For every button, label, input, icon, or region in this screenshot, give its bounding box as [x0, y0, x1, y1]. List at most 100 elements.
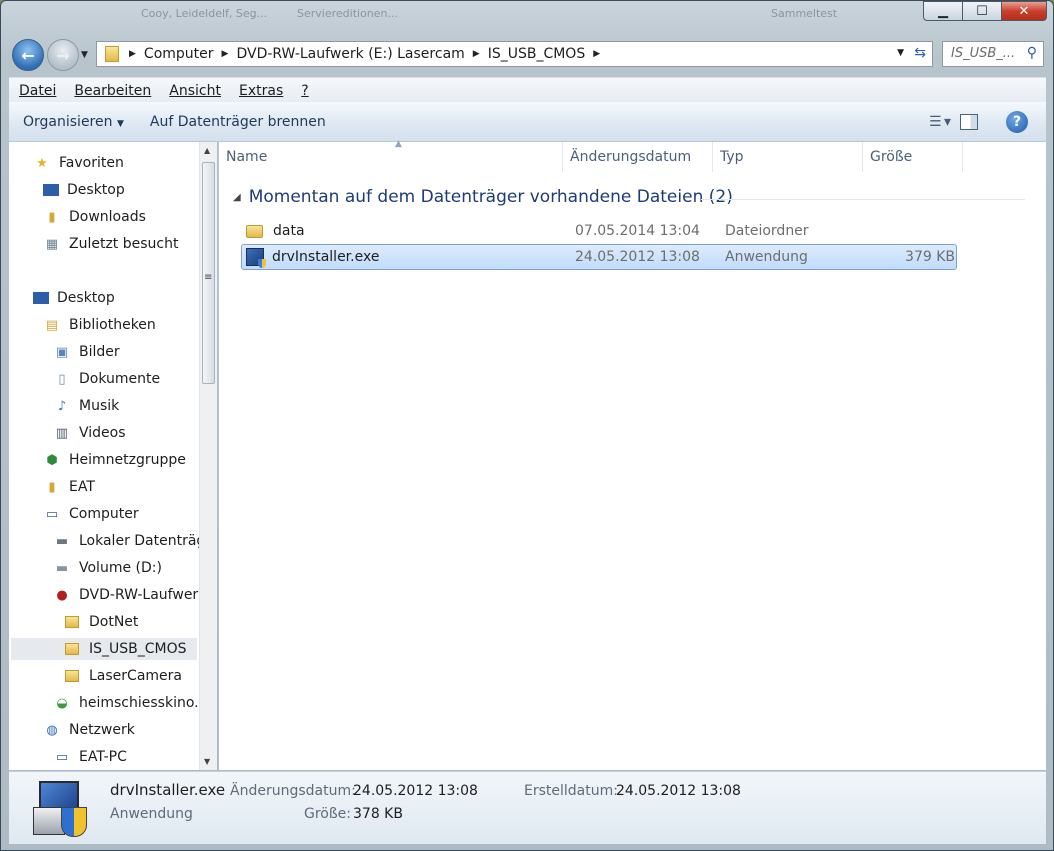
menu-ansicht[interactable]: Ansicht [159, 83, 229, 99]
organize-button[interactable]: Organisieren ▼ [9, 114, 136, 130]
folder-icon [105, 46, 119, 62]
maximize-button[interactable]: ☐ [962, 1, 1002, 21]
address-bar[interactable]: ▶ Computer ▶ DVD-RW-Laufwerk (E:) Laserc… [96, 41, 933, 67]
hard-drive-icon: ▬ [55, 533, 69, 549]
nav-libraries[interactable]: ▤ Bibliotheken [43, 314, 156, 336]
preview-pane-icon[interactable] [960, 113, 978, 130]
chevron-right-icon[interactable]: ▶ [591, 49, 602, 59]
nav-network[interactable]: ◍ Netzwerk [43, 719, 135, 741]
title-fragment: Serviereditionen... [297, 7, 398, 20]
menu-extras[interactable]: Extras [229, 83, 291, 99]
title-fragment: Sammeltest [771, 7, 838, 20]
search-placeholder: IS_USB_... [951, 46, 1016, 61]
column-headers: ▲ Name Änderungsdatum Typ Größe [219, 139, 1046, 172]
nav-eat[interactable]: ▮ EAT [43, 476, 94, 498]
chevron-down-icon[interactable]: ▼ [897, 48, 904, 58]
breadcrumb-computer[interactable]: Computer [138, 46, 220, 62]
computer-icon: ▭ [55, 749, 69, 765]
breadcrumb-is-usb-cmos[interactable]: IS_USB_CMOS [482, 46, 592, 62]
file-date: 07.05.2014 13:04 [575, 223, 700, 239]
chevron-down-icon: ▼ [116, 118, 124, 129]
library-icon: ▤ [45, 317, 59, 333]
music-icon: ♪ [57, 398, 67, 414]
command-bar: Organisieren ▼ Auf Datenträger brennen ☰… [9, 102, 1046, 142]
nav-dvd-drive[interactable]: ● DVD-RW-Laufwerk [53, 584, 199, 606]
nav-favorites[interactable]: ★ Favoriten [33, 152, 124, 174]
scroll-up-icon[interactable]: ▲ [204, 146, 210, 155]
burn-button[interactable]: Auf Datenträger brennen [136, 114, 338, 130]
help-icon[interactable]: ? [1006, 110, 1028, 133]
menu-bearbeiten[interactable]: Bearbeiten [64, 83, 159, 99]
documents-icon: ▯ [58, 371, 66, 387]
nav-is-usb-cmos[interactable]: IS_USB_CMOS [11, 638, 197, 660]
folder-icon [246, 224, 263, 238]
details-created-value: 24.05.2012 13:08 [616, 783, 741, 799]
network-icon: ◍ [46, 722, 58, 738]
network-drive-icon: ◒ [56, 695, 68, 711]
nav-computer[interactable]: ▭ Computer [43, 503, 139, 525]
nav-heimschiesskino[interactable]: ◒heimschiesskino.de [53, 692, 199, 714]
group-header[interactable]: ◢ Momentan auf dem Datenträger vorhandene… [233, 187, 733, 207]
nav-lasercamera[interactable]: LaserCamera [63, 665, 182, 687]
chevron-right-icon[interactable]: ▶ [220, 49, 231, 59]
nav-desktop-fav[interactable]: Desktop [43, 179, 125, 201]
nav-volume-d[interactable]: ▬ Volume (D:) [53, 557, 162, 579]
menu-datei[interactable]: Datei [9, 83, 64, 99]
details-size-value: 378 KB [353, 806, 403, 822]
file-row-drvinstaller[interactable]: drvInstaller.exe 24.05.2012 13:08 Anwend… [241, 244, 957, 270]
nav-pictures[interactable]: ▣ Bilder [53, 341, 120, 363]
search-icon[interactable]: ⚲ [1027, 45, 1037, 61]
nav-documents[interactable]: ▯ Dokumente [53, 368, 160, 390]
search-input[interactable]: IS_USB_... ⚲ [942, 41, 1044, 67]
grip-icon: ≡ [204, 272, 213, 283]
nav-homegroup[interactable]: ⬢ Heimnetzgruppe [43, 449, 186, 471]
title-bar[interactable]: Cooy, Leideldelf, Seg... Serviereditione… [1, 1, 1053, 35]
window-controls: ▁ ☐ ✕ [923, 1, 1047, 21]
nav-eat-pc[interactable]: ▭ EAT-PC [53, 746, 127, 768]
file-name: data [273, 223, 305, 239]
pictures-icon: ▣ [55, 344, 69, 360]
chevron-right-icon[interactable]: ▶ [471, 49, 482, 59]
minimize-button[interactable]: ▁ [923, 1, 963, 21]
column-date[interactable]: Änderungsdatum [563, 142, 713, 172]
arrow-right-icon: → [56, 45, 70, 65]
nav-videos[interactable]: ▥ Videos [53, 422, 126, 444]
column-type[interactable]: Typ [713, 142, 863, 172]
nav-dotnet[interactable]: DotNet [63, 611, 138, 633]
chevron-right-icon[interactable]: ▶ [127, 49, 138, 59]
details-modified-value: 24.05.2012 13:08 [353, 783, 478, 799]
nav-downloads[interactable]: ▮ Downloads [43, 206, 145, 228]
file-name: drvInstaller.exe [272, 249, 380, 265]
file-type: Dateiordner [725, 223, 809, 239]
nav-recent[interactable]: ▦ Zuletzt besucht [43, 233, 179, 255]
nav-local-disk[interactable]: ▬ Lokaler Datenträg [53, 530, 199, 552]
nav-music[interactable]: ♪ Musik [53, 395, 119, 417]
downloads-folder-icon: ▮ [48, 209, 56, 225]
column-name[interactable]: ▲ Name [219, 139, 563, 172]
close-button[interactable]: ✕ [1001, 1, 1047, 21]
star-icon: ★ [36, 155, 48, 171]
back-button[interactable]: ← [12, 39, 44, 71]
nav-scrollbar[interactable]: ▲ ≡ ▼ [199, 142, 217, 770]
details-file-name: drvInstaller.exe [110, 781, 226, 799]
collapse-icon[interactable]: ◢ [233, 192, 241, 203]
file-row-data[interactable]: data 07.05.2014 13:04 Dateiordner [241, 218, 957, 244]
videos-icon: ▥ [55, 425, 69, 441]
nav-desktop[interactable]: Desktop [33, 287, 115, 309]
breadcrumb-dvd[interactable]: DVD-RW-Laufwerk (E:) Lasercam [230, 46, 470, 62]
navigation-pane: ★ Favoriten Desktop ▮ Downloads ▦ Zuletzt b… [9, 142, 199, 770]
column-size[interactable]: Größe [863, 142, 963, 172]
desktop-icon [33, 292, 49, 304]
sort-up-icon: ▲ [395, 139, 402, 149]
file-size: 379 KB [905, 249, 955, 265]
details-file-type: Anwendung [110, 806, 193, 822]
refresh-icon[interactable]: ⇆ [914, 45, 926, 61]
title-fragment: Cooy, Leideldelf, Seg... [141, 7, 268, 20]
details-created-label: Erstelldatum: [524, 783, 618, 799]
menu-help[interactable]: ? [291, 83, 316, 99]
forward-button[interactable]: → [47, 39, 79, 71]
view-options-icon[interactable]: ☰ ▾ [929, 114, 951, 130]
details-modified-label: Änderungsdatum: [230, 783, 356, 799]
recent-pages-dropdown[interactable]: ▼ [81, 50, 88, 60]
scroll-down-icon[interactable]: ▼ [204, 757, 210, 766]
